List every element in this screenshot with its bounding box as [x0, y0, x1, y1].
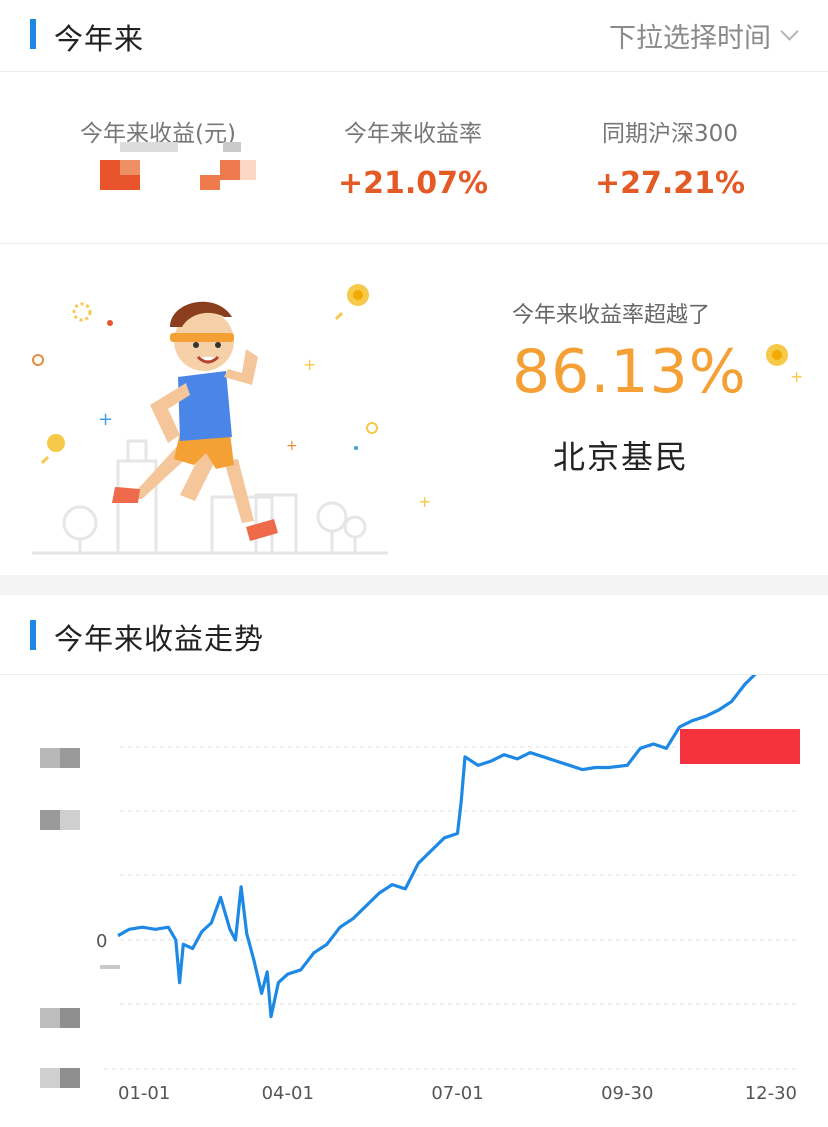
section-divider — [0, 575, 828, 595]
ranking-panel: + + + + 今年来收益率超越了 86.13% 北京基民 + — [0, 245, 828, 575]
trend-chart: 0 01-01 04-01 07-01 09-30 12-30 — [0, 633, 828, 1127]
x-tick-label: 12-30 — [745, 1083, 797, 1104]
x-tick-label: 04-01 — [262, 1083, 314, 1104]
stat-ytd-return: 今年来收益率 +21.07% — [283, 114, 543, 201]
runner-illustration: + + + + — [32, 284, 431, 555]
time-range-label: 下拉选择时间 — [609, 23, 771, 54]
beat-percentage-value: 86.13% — [512, 337, 747, 407]
page-title: 今年来 — [54, 22, 145, 56]
section-accent-bar — [30, 19, 36, 49]
beat-percentage-city: 北京基民 — [553, 438, 690, 476]
trend-line-chart: 0 01-01 04-01 07-01 09-30 12-30 — [40, 633, 804, 1104]
trend-header: 今年来收益走势 — [0, 600, 828, 675]
svg-text:+: + — [418, 492, 431, 511]
svg-text:+: + — [790, 367, 803, 386]
masked-tooltip — [680, 729, 800, 764]
time-range-dropdown[interactable]: 下拉选择时间 — [609, 16, 799, 55]
stat-value: +27.21% — [594, 166, 746, 201]
masked-value-mosaic — [28, 142, 288, 200]
section-accent-bar — [30, 620, 36, 650]
y-tick-label: 0 — [96, 931, 107, 952]
stat-benchmark-return: 同期沪深300 +27.21% — [540, 114, 800, 201]
x-tick-label: 07-01 — [431, 1083, 483, 1104]
stat-label: 今年来收益率 — [344, 121, 482, 147]
stat-value: +21.07% — [337, 166, 489, 201]
runner-figure — [112, 301, 278, 541]
beat-percentage-label: 今年来收益率超越了 — [512, 303, 711, 328]
summary-header: 今年来 下拉选择时间 — [0, 0, 828, 72]
stats-row: 今年来收益(元) 今年来收益率 +21.07% 同期沪深300 +27.21% — [0, 72, 828, 244]
svg-text:+: + — [286, 438, 298, 454]
svg-text:+: + — [303, 355, 316, 374]
x-tick-label: 09-30 — [601, 1083, 653, 1104]
coin-sparkle-icon: + — [766, 344, 803, 386]
stat-label: 同期沪深300 — [602, 121, 738, 147]
trend-title: 今年来收益走势 — [54, 622, 265, 656]
svg-text:+: + — [98, 409, 113, 430]
stat-ytd-profit: 今年来收益(元) — [28, 114, 288, 200]
x-tick-label: 01-01 — [118, 1083, 170, 1104]
chevron-down-icon — [780, 22, 799, 41]
trend-line — [117, 640, 798, 1019]
